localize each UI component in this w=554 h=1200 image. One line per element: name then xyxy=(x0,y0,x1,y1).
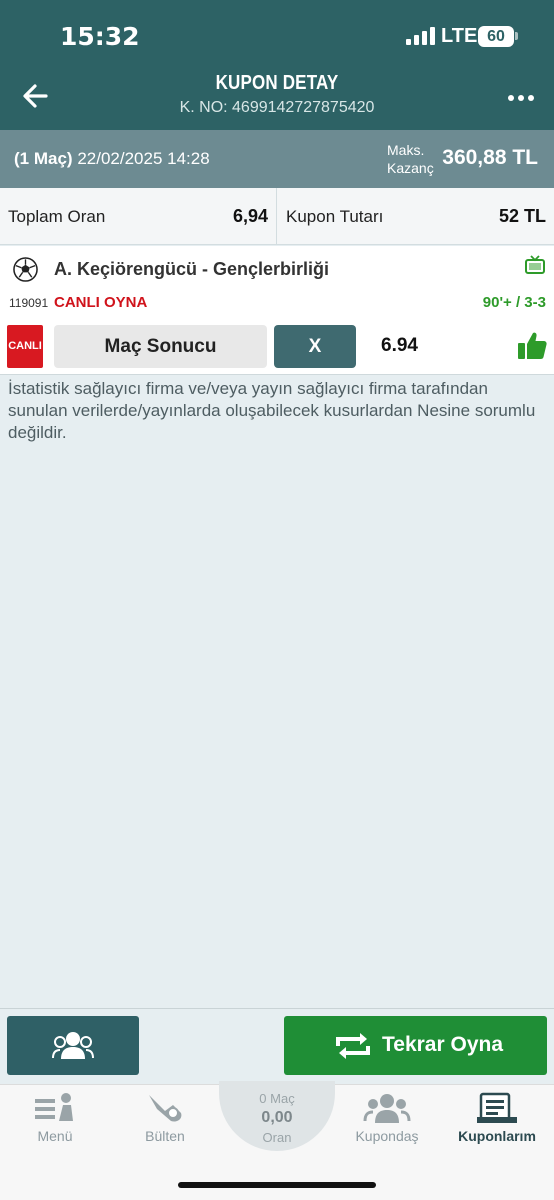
pick-odd: 6.94 xyxy=(381,335,418,356)
battery-tip xyxy=(515,32,518,40)
slip-odd: 0,00 xyxy=(261,1109,293,1126)
kupondas-share-button[interactable] xyxy=(7,1016,139,1075)
home-indicator xyxy=(178,1182,376,1188)
coupon-amount-value: 52 TL xyxy=(498,206,546,226)
match-score: 90'+ / 3-3 xyxy=(482,294,546,311)
kupondas-icon xyxy=(363,1094,411,1123)
tv-icon[interactable] xyxy=(524,254,546,276)
action-bar: Tekrar Oyna xyxy=(0,1008,554,1084)
network-type: LTE xyxy=(441,25,478,47)
bottom-tab-bar: Menü Bülten 0 Maç 0,00 Oran Kupondaş Kup… xyxy=(0,1081,554,1200)
status-time: 15:32 xyxy=(60,22,140,51)
top-bar: KUPON DETAY K. NO: 4699142727875420 xyxy=(0,60,554,130)
repeat-icon xyxy=(336,1033,370,1059)
tab-kupondas-label: Kupondaş xyxy=(355,1128,419,1144)
max-win-label: Maks. Kazanç xyxy=(387,141,434,177)
coupon-slip-button[interactable]: 0 Maç 0,00 Oran xyxy=(219,1081,335,1151)
match-name[interactable]: A. Keçiörengücü - Gençlerbirliği xyxy=(54,259,329,280)
menu-icon xyxy=(35,1093,73,1121)
tab-bulletin[interactable]: Bülten xyxy=(110,1091,220,1151)
slip-match-count: 0 Maç xyxy=(259,1091,295,1106)
max-win-value: 360,88 TL xyxy=(442,146,538,169)
signal-icon xyxy=(406,27,436,45)
replay-label: Tekrar Oyna xyxy=(382,1033,504,1056)
live-badge: CANLI xyxy=(7,325,43,368)
coupon-number: K. NO: 4699142727875420 xyxy=(179,99,375,116)
coupon-summary: (1 Maç) 22/02/2025 14:28 Maks. Kazanç 36… xyxy=(0,130,554,188)
disclaimer-text: İstatistik sağlayıcı firma ve/veya yayın… xyxy=(8,379,536,442)
tab-my-coupons-label: Kuponlarım xyxy=(458,1128,536,1144)
match-count: (1 Maç) xyxy=(14,149,73,168)
tab-my-coupons[interactable]: Kuponlarım xyxy=(442,1091,552,1151)
tab-menu-label: Menü xyxy=(37,1128,73,1144)
max-win-label-line2: Kazanç xyxy=(387,160,434,176)
total-odds-label: Toplam Oran xyxy=(8,207,106,226)
thumbs-up-icon xyxy=(518,332,547,359)
tab-kupondas[interactable]: Kupondaş xyxy=(332,1091,442,1151)
coupon-datetime: 22/02/2025 14:28 xyxy=(77,149,210,168)
more-options-icon[interactable] xyxy=(508,95,538,103)
max-win-label-line1: Maks. xyxy=(387,142,425,158)
selected-pick: X xyxy=(274,325,356,368)
match-code: 119091 xyxy=(9,296,49,310)
coupon-amount: Kupon Tutarı 52 TL xyxy=(278,188,554,245)
my-coupons-icon xyxy=(477,1092,517,1123)
live-play-link[interactable]: CANLI OYNA xyxy=(54,294,147,311)
tab-bulletin-label: Bülten xyxy=(145,1128,185,1144)
coupon-totals: Toplam Oran 6,94 Kupon Tutarı 52 TL xyxy=(0,188,554,245)
match-card: A. Keçiörengücü - Gençlerbirliği 119091 … xyxy=(0,246,554,375)
battery-icon: 60 xyxy=(478,26,514,47)
page-title: KUPON DETAY xyxy=(215,72,339,94)
market-name: Maç Sonucu xyxy=(54,325,267,368)
slip-odd-label: Oran xyxy=(262,1130,292,1145)
replay-button[interactable]: Tekrar Oyna xyxy=(284,1016,547,1075)
status-bar: 15:32 LTE 60 xyxy=(0,0,554,60)
coupon-amount-label: Kupon Tutarı xyxy=(286,207,384,226)
bulletin-icon xyxy=(149,1095,182,1122)
total-odds-value: 6,94 xyxy=(232,206,268,226)
tab-menu[interactable]: Menü xyxy=(0,1091,110,1151)
coupon-date: (1 Maç) 22/02/2025 14:28 xyxy=(14,149,210,169)
total-odds: Toplam Oran 6,94 xyxy=(0,188,277,245)
soccer-ball-icon xyxy=(13,257,38,282)
group-icon xyxy=(52,1032,94,1059)
